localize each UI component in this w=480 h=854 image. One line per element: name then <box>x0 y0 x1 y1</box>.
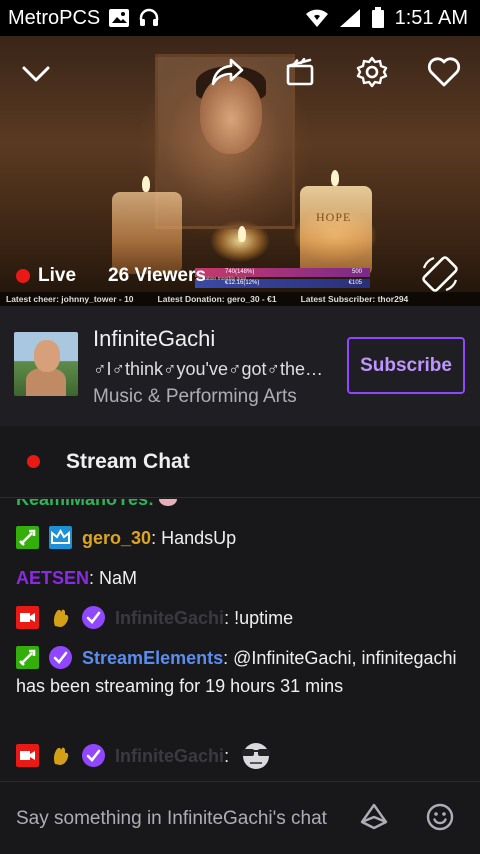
image-notification-icon <box>109 9 130 27</box>
chat-messages[interactable]: KeamiMahoYes: gero_30: HandsUp AETSEN: N… <box>0 499 480 781</box>
channel-info: InfiniteGachi ♂I♂think♂you've♂got♂the♂wr… <box>0 306 480 426</box>
emote-icon <box>159 499 178 506</box>
live-indicator: Live 26 Viewers <box>16 265 206 287</box>
channel-name[interactable]: InfiniteGachi <box>93 326 215 352</box>
chat-input[interactable]: Say something in InfiniteGachi's chat <box>16 808 327 830</box>
stream-title: ♂I♂think♂you've♂got♂the♂wrong♂door <box>93 359 333 379</box>
broadcaster-camera-icon[interactable] <box>16 744 39 767</box>
chat-text: HandsUp <box>161 528 237 548</box>
clip-icon[interactable] <box>282 54 318 90</box>
chat-message: InfiniteGachi: <box>16 740 466 778</box>
chat-username[interactable]: StreamElements <box>82 648 223 668</box>
avatar-body <box>26 368 66 396</box>
chat-separator: : <box>151 528 162 548</box>
live-dot <box>16 269 30 283</box>
stream-category[interactable]: Music & Performing Arts <box>93 386 297 408</box>
player-controls <box>0 36 480 116</box>
chat-separator: : <box>223 648 234 668</box>
latest-subscriber: Latest Subscriber: thor294 <box>300 294 409 304</box>
emote-picker-icon[interactable] <box>425 802 455 832</box>
partial-username: KeamiMahoYes: <box>16 499 155 509</box>
chat-message: gero_30: HandsUp <box>16 524 466 552</box>
event-ticker: Latest cheer: johnny_tower - 10 Latest D… <box>0 292 480 306</box>
share-icon[interactable] <box>210 54 246 90</box>
goal-overlay: 740(148%) 500 €12.16(12%) €105 donation … <box>195 268 370 290</box>
chat-username[interactable]: InfiniteGachi <box>115 746 224 766</box>
latest-donation: Latest Donation: gero_30 - €1 <box>157 294 277 304</box>
verified-check-icon[interactable] <box>49 646 73 669</box>
chat-username[interactable]: gero_30 <box>82 528 151 548</box>
scene-flame <box>331 170 339 186</box>
scene-candle-right: HOPE <box>300 186 372 276</box>
moderator-sword-icon[interactable] <box>16 526 39 549</box>
headset-notification-icon <box>140 8 159 26</box>
chat-title: Stream Chat <box>66 449 190 473</box>
bits-goal-target: 500 <box>351 269 362 275</box>
scene-flame <box>238 226 246 242</box>
chat-username[interactable]: AETSEN <box>16 568 89 588</box>
moderator-sword-icon[interactable] <box>16 646 39 669</box>
candle-label: HOPE <box>316 210 352 224</box>
settings-gear-icon[interactable] <box>354 54 390 90</box>
subscribe-button[interactable]: Subscribe <box>347 337 465 394</box>
verified-check-icon[interactable] <box>82 744 106 767</box>
collapse-chevron-icon[interactable] <box>18 56 54 92</box>
verified-check-icon[interactable] <box>82 606 106 629</box>
wifi-icon <box>305 9 328 27</box>
donation-goal-target: €105 <box>348 280 362 286</box>
battery-icon <box>371 7 384 28</box>
chat-message: InfiniteGachi: !uptime <box>16 604 466 632</box>
channel-avatar[interactable] <box>14 332 78 396</box>
carrier-label: MetroPCS <box>8 6 101 29</box>
sunglasses-emote-icon <box>238 740 274 778</box>
chat-message: StreamElements: @InfiniteGachi, infinite… <box>16 644 466 700</box>
rotate-screen-icon[interactable] <box>420 254 460 294</box>
chat-username[interactable]: InfiniteGachi <box>115 608 224 628</box>
chat-separator: : <box>89 568 100 588</box>
chat-header: Stream Chat <box>0 426 480 498</box>
chat-separator: : <box>224 608 235 628</box>
scene-flame <box>142 176 150 192</box>
scene-candle-left <box>112 192 182 274</box>
subscriber-crown-icon[interactable] <box>49 526 73 549</box>
status-bar: MetroPCS 1:51 AM <box>0 0 480 36</box>
follow-heart-icon[interactable] <box>426 54 462 90</box>
avatar-face <box>34 340 60 372</box>
latest-cheer: Latest cheer: johnny_tower - 10 <box>6 294 134 304</box>
signal-icon <box>339 9 360 27</box>
gold-hand-badge-icon[interactable] <box>49 606 72 629</box>
chat-composer: Say something in InfiniteGachi's chat <box>0 781 480 854</box>
chat-live-dot <box>27 455 40 468</box>
viewer-count: 26 Viewers <box>108 265 206 286</box>
gold-hand-badge-icon[interactable] <box>49 744 72 767</box>
chat-text: !uptime <box>234 608 294 628</box>
chat-message: AETSEN: NaM <box>16 564 466 592</box>
video-player[interactable]: HOPE 740(148%) 500 €12.16(12%) €105 dona… <box>0 36 480 306</box>
bits-icon[interactable] <box>359 802 389 832</box>
broadcaster-camera-icon[interactable] <box>16 606 39 629</box>
chat-separator: : <box>224 746 235 766</box>
clock: 1:51 AM <box>394 6 468 29</box>
chat-text: NaM <box>99 568 138 588</box>
live-label: Live <box>38 265 77 286</box>
chat-message-partial: KeamiMahoYes: <box>16 499 178 510</box>
